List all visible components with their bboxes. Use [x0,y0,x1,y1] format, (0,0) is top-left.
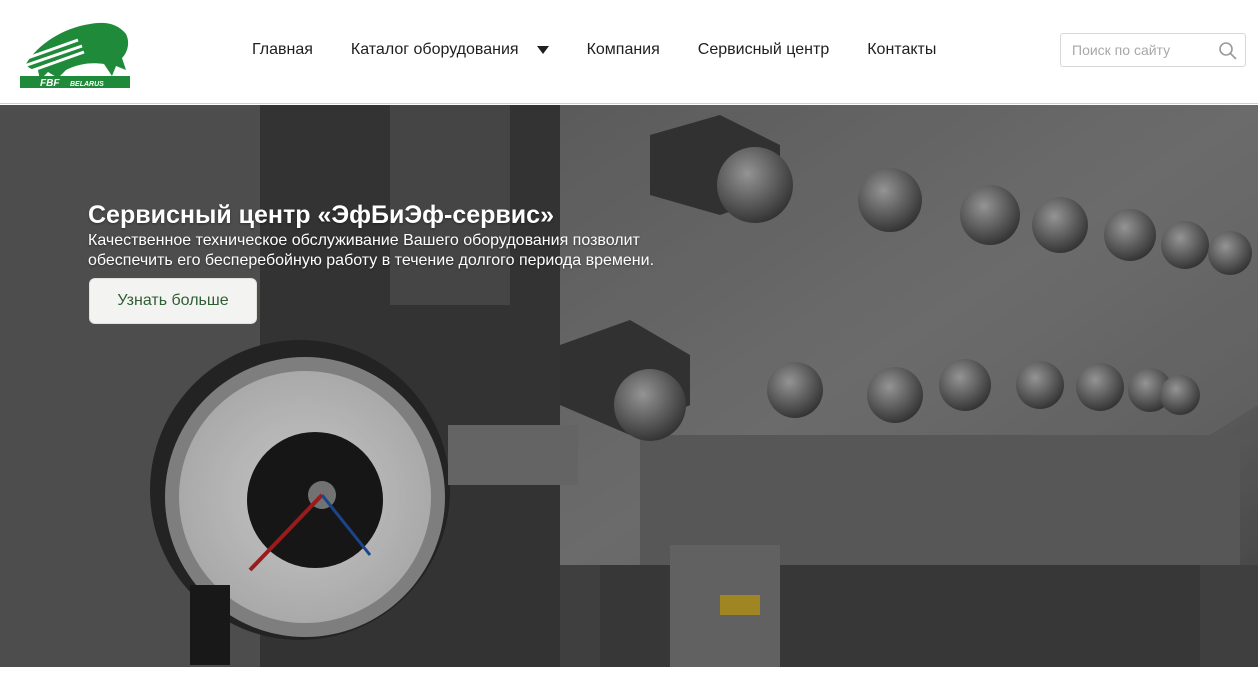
caret-down-icon[interactable] [536,46,549,54]
page-content-start [0,667,1258,699]
search-input[interactable] [1061,35,1211,65]
main-nav: Главная Каталог оборудования Компания Се… [252,0,974,100]
nav-item-home[interactable]: Главная [252,41,313,59]
nav-item-label: Контакты [867,41,937,58]
nav-item-label: Каталог оборудования [350,41,519,58]
logo-subtext: BELARUS [70,81,104,88]
nav-item-service-center[interactable]: Сервисный центр [698,41,829,59]
nav-item-contacts[interactable]: Контакты [867,41,936,59]
hero-description: Качественное техническое обслуживание Ва… [88,232,655,269]
search-icon[interactable] [1218,41,1238,61]
learn-more-button[interactable]: Узнать больше [89,278,257,324]
site-header: FBF BELARUS Главная Каталог оборудования… [0,0,1258,104]
nav-item-company[interactable]: Компания [587,41,660,59]
fbf-logo[interactable]: FBF BELARUS [18,14,132,90]
hero-overlay [0,105,1258,667]
hero-banner: Сервисный центр «ЭфБиЭф-сервис» Качестве… [0,105,1258,667]
nav-item-label: Главная [252,41,313,58]
search-box [1060,33,1246,67]
nav-item-label: Компания [586,41,660,58]
hero-title: Сервисный центр «ЭфБиЭф-сервис» [88,201,554,229]
nav-item-label: Сервисный центр [697,41,830,58]
nav-item-catalog[interactable]: Каталог оборудования [351,41,549,59]
logo-text: FBF [40,78,60,89]
